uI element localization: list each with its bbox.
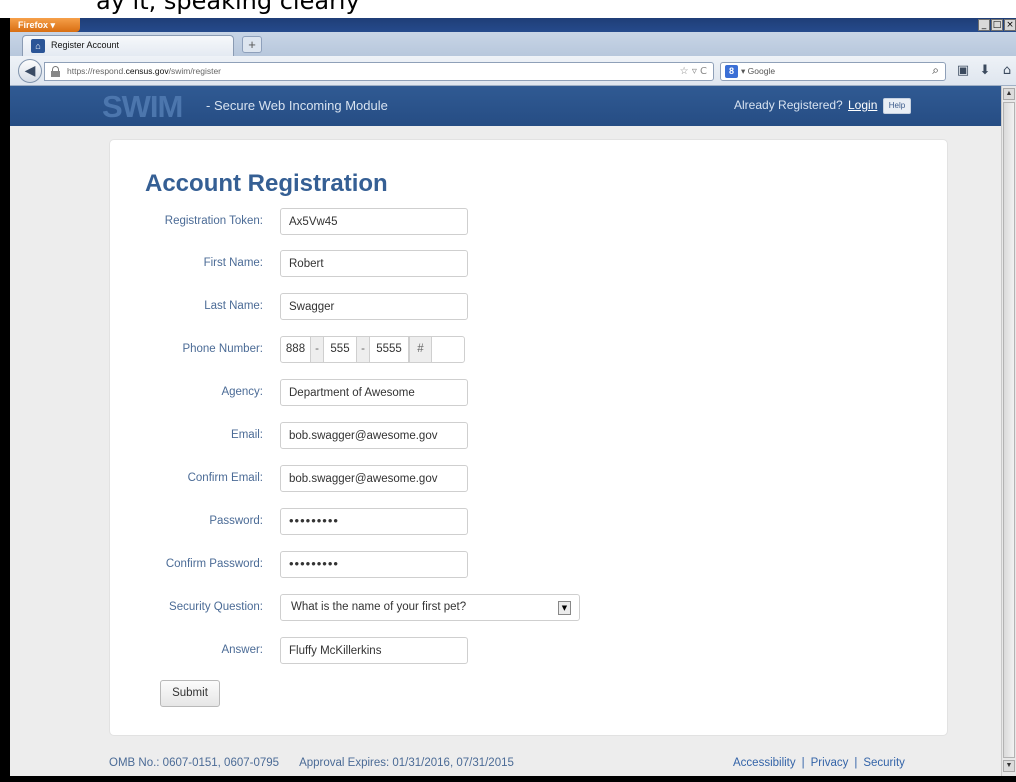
download-icon[interactable]: ⬇ — [974, 62, 996, 80]
footer-omb-info: OMB No.: 0607-0151, 0607-0795 Approval Ex… — [109, 757, 514, 769]
toolbar-icons: ▣ ⬇ ⌂ — [952, 62, 1016, 80]
password-label: Password: — [209, 515, 263, 527]
close-window-button[interactable]: × — [1004, 19, 1016, 31]
first-name-label: First Name: — [203, 257, 263, 269]
site-tagline: - Secure Web Incoming Module — [206, 98, 388, 113]
answer-row: Answer: Fluffy McKillerkins — [110, 637, 949, 665]
bookmark-star-and-reload-icons[interactable]: ☆ ▿ C — [680, 66, 707, 77]
privacy-link[interactable]: Privacy — [811, 757, 849, 769]
token-label: Registration Token: — [164, 215, 263, 227]
phone-separator: - — [311, 336, 323, 363]
help-button[interactable]: Help — [883, 98, 911, 114]
phone-area-code-input[interactable]: 888 — [280, 336, 311, 363]
last-name-input[interactable]: Swagger — [280, 293, 468, 320]
minimize-button[interactable]: _ — [978, 19, 990, 31]
confirm-email-row: Confirm Email: bob.swagger@awesome.gov — [110, 465, 949, 493]
confirm-password-input[interactable]: ••••••••• — [280, 551, 468, 578]
token-row: Registration Token: Ax5Vw45 — [110, 208, 949, 236]
agency-row: Agency: Department of Awesome — [110, 379, 949, 407]
accessibility-link[interactable]: Accessibility — [733, 757, 796, 769]
confirm-email-input[interactable]: bob.swagger@awesome.gov — [280, 465, 468, 492]
security-question-value: What is the name of your first pet? — [291, 601, 467, 613]
window-controls: _ □ × — [977, 19, 1016, 31]
footer-links: Accessibility | Privacy | Security — [733, 757, 905, 769]
footer-separator: | — [801, 757, 805, 769]
submit-button[interactable]: Submit — [160, 680, 220, 707]
registration-token-input[interactable]: Ax5Vw45 — [280, 208, 468, 235]
vertical-scrollbar[interactable]: ▲ ▼ — [1001, 86, 1016, 776]
navigation-bar: ◀ https://respond.census.gov/swim/regist… — [10, 56, 1016, 86]
agency-label: Agency: — [221, 386, 263, 398]
page-title: Account Registration — [145, 170, 388, 197]
firefox-menu-button[interactable]: Firefox ▾ — [10, 18, 80, 32]
swim-logo: SWIM — [102, 89, 183, 124]
url-text: https://respond.census.gov/swim/register — [67, 66, 222, 76]
caption-text: ay it, speaking clearly — [96, 0, 360, 15]
tab-register-account[interactable]: ⌂ Register Account — [22, 35, 234, 56]
scroll-up-arrow-icon[interactable]: ▲ — [1003, 88, 1015, 100]
confirm-password-label: Confirm Password: — [165, 558, 263, 570]
search-bar[interactable]: 8 ▾ Google ⌕ — [720, 62, 946, 81]
site-header: SWIM - Secure Web Incoming Module Alread… — [10, 86, 1001, 126]
chevron-down-icon[interactable]: ▼ — [558, 601, 571, 615]
phone-separator: - — [357, 336, 369, 363]
scroll-down-arrow-icon[interactable]: ▼ — [1003, 760, 1015, 772]
phone-label: Phone Number: — [182, 343, 263, 355]
tab-title: Register Account — [51, 40, 120, 50]
answer-label: Answer: — [221, 644, 263, 656]
last-name-label: Last Name: — [204, 300, 263, 312]
password-input[interactable]: ••••••••• — [280, 508, 468, 535]
email-input[interactable]: bob.swagger@awesome.gov — [280, 422, 468, 449]
site-favicon-icon: ⌂ — [31, 39, 45, 53]
scroll-thumb[interactable] — [1003, 102, 1015, 758]
home-icon[interactable]: ⌂ — [996, 62, 1016, 80]
first-name-row: First Name: Robert — [110, 250, 949, 278]
phone-extension-input[interactable] — [431, 336, 465, 363]
back-arrow-icon[interactable]: ◀ — [18, 59, 42, 83]
login-link[interactable]: Login — [848, 98, 877, 112]
phone-line-input[interactable]: 5555 — [369, 336, 409, 363]
search-icon[interactable]: ⌕ — [932, 63, 939, 78]
answer-input[interactable]: Fluffy McKillerkins — [280, 637, 468, 664]
maximize-button[interactable]: □ — [991, 19, 1003, 31]
password-row: Password: ••••••••• — [110, 508, 949, 536]
confirm-email-label: Confirm Email: — [187, 472, 263, 484]
new-tab-button[interactable]: + — [242, 36, 262, 53]
last-name-row: Last Name: Swagger — [110, 293, 949, 321]
registration-card: Account Registration Registration Token:… — [109, 139, 948, 736]
security-question-select[interactable]: What is the name of your first pet? ▼ — [280, 594, 580, 621]
google-icon[interactable]: 8 — [725, 65, 738, 78]
page-viewport: SWIM - Secure Web Incoming Module Alread… — [10, 86, 1001, 776]
lock-icon — [51, 66, 60, 77]
search-placeholder: ▾ Google — [741, 66, 776, 76]
title-bar: Firefox ▾ _ □ × — [10, 18, 1016, 32]
approval-expires: Approval Expires: 01/31/2016, 07/31/2015 — [299, 757, 514, 769]
url-bar[interactable]: https://respond.census.gov/swim/register… — [44, 62, 714, 81]
email-label: Email: — [231, 429, 263, 441]
addon-icon[interactable]: ▣ — [952, 62, 974, 80]
security-question-row: Security Question: What is the name of y… — [110, 594, 949, 622]
agency-input[interactable]: Department of Awesome — [280, 379, 468, 406]
email-row: Email: bob.swagger@awesome.gov — [110, 422, 949, 450]
footer-separator: | — [854, 757, 858, 769]
already-registered-text: Already Registered? — [734, 98, 843, 112]
first-name-input[interactable]: Robert — [280, 250, 468, 277]
phone-number-group: 888 - 555 - 5555 # — [280, 336, 465, 363]
tab-strip: ⌂ Register Account + — [10, 32, 1016, 56]
security-question-label: Security Question: — [169, 601, 263, 613]
phone-prefix-input[interactable]: 555 — [323, 336, 357, 363]
cropped-caption: ay it, speaking clearly — [0, 0, 1016, 18]
omb-number: OMB No.: 0607-0151, 0607-0795 — [109, 757, 280, 769]
phone-extension-symbol: # — [409, 336, 431, 363]
confirm-password-row: Confirm Password: ••••••••• — [110, 551, 949, 579]
security-link[interactable]: Security — [863, 757, 905, 769]
phone-row: Phone Number: 888 - 555 - 5555 # — [110, 336, 949, 364]
